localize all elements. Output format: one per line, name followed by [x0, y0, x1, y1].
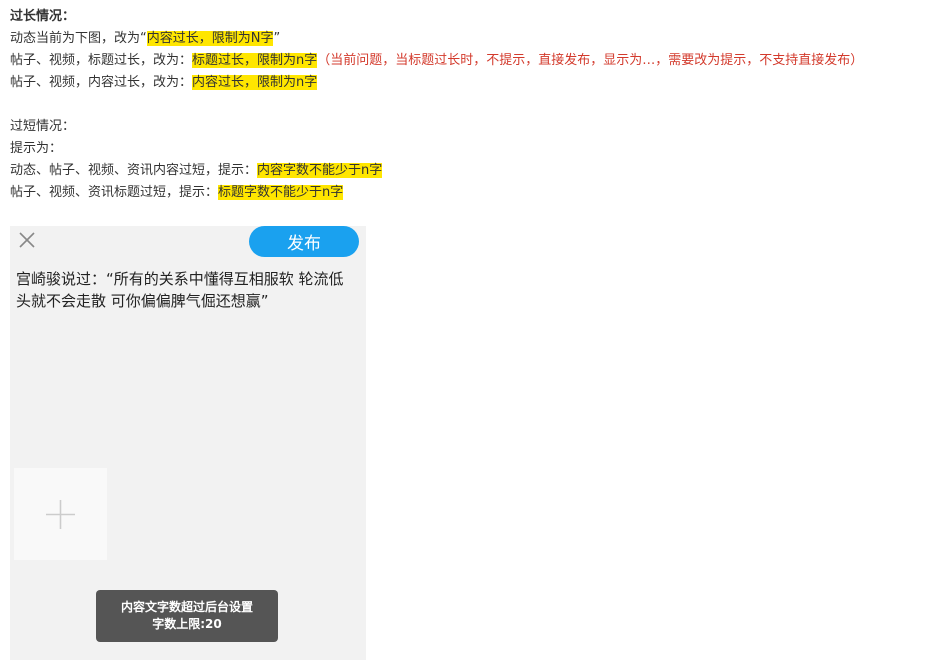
- highlight-text: 标题过长，限制为n字: [192, 53, 318, 68]
- post-content-text[interactable]: 宫崎骏说过：“所有的关系中懂得互相服软 轮流低头就不会走散 可你偏偏脾气倔还想赢…: [16, 268, 358, 312]
- doc-line-title-too-short: 帖子、视频、资讯标题过短，提示：标题字数不能少于n字: [10, 184, 344, 202]
- doc-text: ”: [273, 31, 281, 46]
- doc-line-prompt: 提示为：: [10, 141, 63, 156]
- toast-line: 字数上限:20: [152, 617, 222, 631]
- doc-text: 帖子、视频，内容过长，改为：: [10, 75, 193, 90]
- section-heading-too-long: 过长情况：: [10, 9, 76, 24]
- doc-text: 动态、帖子、视频、资讯内容过短，提示：: [10, 163, 258, 178]
- issue-note: （当前问题，当标题过长时，不提示，直接发布，显示为…，需要改为提示，不支持直接发…: [317, 53, 864, 68]
- highlight-text: 内容字数不能少于n字: [257, 163, 383, 178]
- toast-message: 内容文字数超过后台设置 字数上限:20: [96, 590, 278, 642]
- toast-line: 内容文字数超过后台设置: [120, 600, 253, 614]
- doc-line-title-too-long: 帖子、视频，标题过长，改为：标题过长，限制为n字（当前问题，当标题过长时，不提示…: [10, 52, 863, 70]
- plus-icon: [46, 500, 75, 529]
- doc-text: 帖子、视频、资讯标题过短，提示：: [10, 185, 219, 200]
- highlight-text: 标题字数不能少于n字: [218, 185, 344, 200]
- doc-line-content-too-long: 帖子、视频，内容过长，改为：内容过长，限制为n字: [10, 74, 318, 92]
- doc-text: 帖子、视频，标题过长，改为：: [10, 53, 193, 68]
- add-image-button[interactable]: [14, 468, 107, 560]
- doc-line-dynamic-too-long: 动态当前为下图，改为“内容过长，限制为N字”: [10, 30, 280, 48]
- phone-screenshot: 发布 宫崎骏说过：“所有的关系中懂得互相服软 轮流低头就不会走散 可你偏偏脾气倔…: [10, 226, 366, 660]
- highlight-text: 内容过长，限制为N字: [146, 31, 274, 46]
- close-icon[interactable]: [17, 230, 37, 250]
- publish-button[interactable]: 发布: [249, 226, 359, 257]
- doc-line-content-too-short: 动态、帖子、视频、资讯内容过短，提示：内容字数不能少于n字: [10, 162, 383, 180]
- doc-text: 动态当前为下图，改为“: [10, 31, 147, 46]
- section-heading-too-short: 过短情况：: [10, 119, 76, 134]
- highlight-text: 内容过长，限制为n字: [192, 75, 318, 90]
